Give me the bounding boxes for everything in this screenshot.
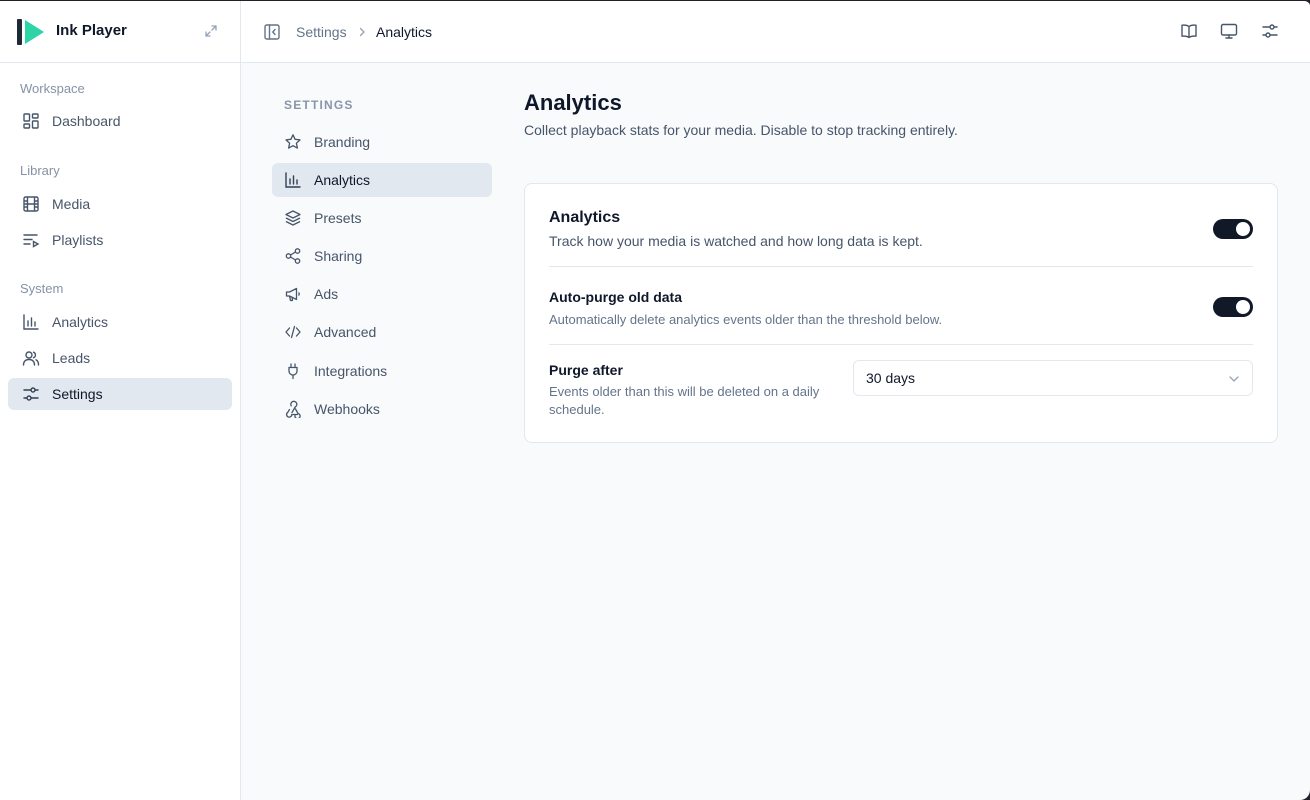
settings-nav-label: Webhooks	[314, 401, 380, 417]
settings-nav-ads[interactable]: Ads	[272, 277, 492, 311]
settings-nav-integrations[interactable]: Integrations	[272, 354, 492, 388]
toggle-knob	[1236, 300, 1250, 314]
sliders-icon	[22, 385, 40, 403]
sidebar: Ink Player Workspace Dashboard Library M…	[0, 1, 241, 800]
settings-nav-advanced[interactable]: Advanced	[272, 315, 492, 349]
settings-nav-presets[interactable]: Presets	[272, 201, 492, 235]
sidebar-item-label: Settings	[52, 386, 103, 402]
purge-after-row-title: Purge after	[549, 362, 623, 378]
topbar: Settings Analytics	[241, 1, 1310, 63]
settings-nav-label: Ads	[314, 286, 339, 302]
sidebar-item-dashboard[interactable]: Dashboard	[8, 105, 232, 137]
settings-nav-label: Advanced	[314, 324, 377, 340]
expand-icon[interactable]	[204, 24, 218, 38]
chevron-right-icon	[357, 27, 367, 37]
settings-nav-label: Integrations	[314, 363, 388, 379]
share-icon	[284, 247, 302, 265]
megaphone-icon	[284, 285, 302, 303]
sidebar-item-label: Media	[52, 196, 91, 212]
settings-nav-label: Analytics	[314, 172, 371, 188]
settings-nav-analytics[interactable]: Analytics	[272, 163, 492, 197]
sliders-icon[interactable]	[1261, 22, 1279, 40]
settings-nav-label: Sharing	[314, 248, 363, 264]
sidebar-group-system: System	[20, 281, 64, 296]
bar-chart-icon	[284, 171, 302, 189]
sidebar-toggle-icon[interactable]	[263, 23, 281, 41]
auto-purge-row-title: Auto-purge old data	[549, 289, 682, 305]
sidebar-item-leads[interactable]: Leads	[8, 342, 232, 374]
sidebar-group-workspace: Workspace	[20, 81, 85, 96]
auto-purge-row-description: Automatically delete analytics events ol…	[549, 312, 943, 327]
playlist-icon	[22, 231, 40, 249]
sidebar-item-label: Leads	[52, 350, 91, 366]
analytics-settings-card: Analytics Track how your media is watche…	[524, 183, 1278, 443]
app-name: Ink Player	[56, 22, 127, 39]
layers-icon	[284, 209, 302, 227]
settings-nav-title: SETTINGS	[284, 98, 354, 112]
app-window: Ink Player Workspace Dashboard Library M…	[0, 0, 1310, 800]
purge-after-description-line1: Events older than this will be deleted o…	[549, 384, 820, 399]
sidebar-group-library: Library	[20, 163, 60, 178]
purge-after-value: 30 days	[866, 370, 916, 386]
film-icon	[22, 195, 40, 213]
analytics-row-description: Track how your media is watched and how …	[549, 233, 923, 249]
brand-header: Ink Player	[0, 1, 240, 63]
ink-player-logo	[16, 18, 46, 46]
monitor-icon[interactable]	[1220, 22, 1238, 40]
settings-nav-label: Branding	[314, 134, 371, 150]
divider	[549, 344, 1253, 345]
chevron-down-icon	[1228, 373, 1240, 385]
divider	[549, 266, 1253, 267]
sidebar-item-settings[interactable]: Settings	[8, 378, 232, 410]
settings-nav-branding[interactable]: Branding	[272, 125, 492, 159]
toggle-knob	[1236, 222, 1250, 236]
bar-chart-icon	[22, 313, 40, 331]
dashboard-icon	[22, 112, 40, 130]
purge-after-description-line2: schedule.	[549, 402, 605, 417]
code-icon	[284, 323, 302, 341]
analytics-row-title: Analytics	[549, 209, 621, 226]
breadcrumb-current: Analytics	[376, 24, 433, 40]
analytics-toggle[interactable]	[1213, 219, 1253, 239]
page-subtitle: Collect playback stats for your media. D…	[524, 122, 958, 138]
auto-purge-toggle[interactable]	[1213, 297, 1253, 317]
sidebar-item-analytics[interactable]: Analytics	[8, 306, 232, 338]
users-icon	[22, 349, 40, 367]
purge-after-select[interactable]: 30 days	[853, 360, 1253, 396]
webhook-icon	[284, 400, 302, 418]
sidebar-item-label: Playlists	[52, 232, 104, 248]
breadcrumb-settings[interactable]: Settings	[296, 24, 347, 40]
star-icon	[284, 133, 302, 151]
page-title: Analytics	[524, 90, 622, 115]
sidebar-item-label: Analytics	[52, 314, 109, 330]
sidebar-item-media[interactable]: Media	[8, 188, 232, 220]
sidebar-item-playlists[interactable]: Playlists	[8, 224, 232, 256]
settings-nav-sharing[interactable]: Sharing	[272, 239, 492, 273]
sidebar-item-label: Dashboard	[52, 113, 121, 129]
plug-icon	[284, 362, 302, 380]
book-icon[interactable]	[1180, 22, 1198, 40]
settings-nav-label: Presets	[314, 210, 362, 226]
settings-nav-webhooks[interactable]: Webhooks	[272, 392, 492, 426]
